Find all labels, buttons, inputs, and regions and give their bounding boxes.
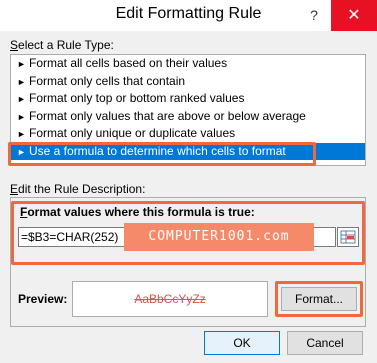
rule-item-above-below-average[interactable]: ► Format only values that are above or be… (11, 108, 365, 126)
highlight-format-button (275, 281, 363, 317)
arrow-icon: ► (17, 129, 26, 139)
rule-type-label: Select a Rule Type: (10, 38, 114, 52)
rule-description-label: Edit the Rule Description: (10, 182, 146, 196)
preview-label: Preview: (18, 292, 68, 306)
arrow-icon: ► (17, 76, 26, 87)
arrow-icon: ► (17, 111, 26, 122)
rule-item-top-bottom[interactable]: ► Format only top or bottom ranked values (11, 90, 365, 108)
rule-item-cells-contain[interactable]: ► Format only cells that contain (11, 73, 365, 91)
rule-item-unique-duplicate[interactable]: ► Format only unique or duplicate values (11, 125, 365, 143)
close-button[interactable]: ✕ (331, 0, 377, 31)
cancel-button[interactable]: Cancel (287, 331, 363, 355)
arrow-icon: ► (17, 94, 26, 104)
rule-item-all-cells[interactable]: ► Format all cells based on their values (11, 55, 365, 73)
help-button[interactable]: ? (303, 4, 325, 26)
title-bar: Edit Formatting Rule ? ✕ (0, 0, 377, 31)
highlight-selected-rule (8, 142, 316, 166)
ok-button[interactable]: OK (204, 331, 280, 355)
highlight-formula-area (11, 201, 365, 265)
arrow-icon: ► (17, 59, 26, 69)
preview-sample: AaBbCcYyZz (72, 281, 268, 317)
